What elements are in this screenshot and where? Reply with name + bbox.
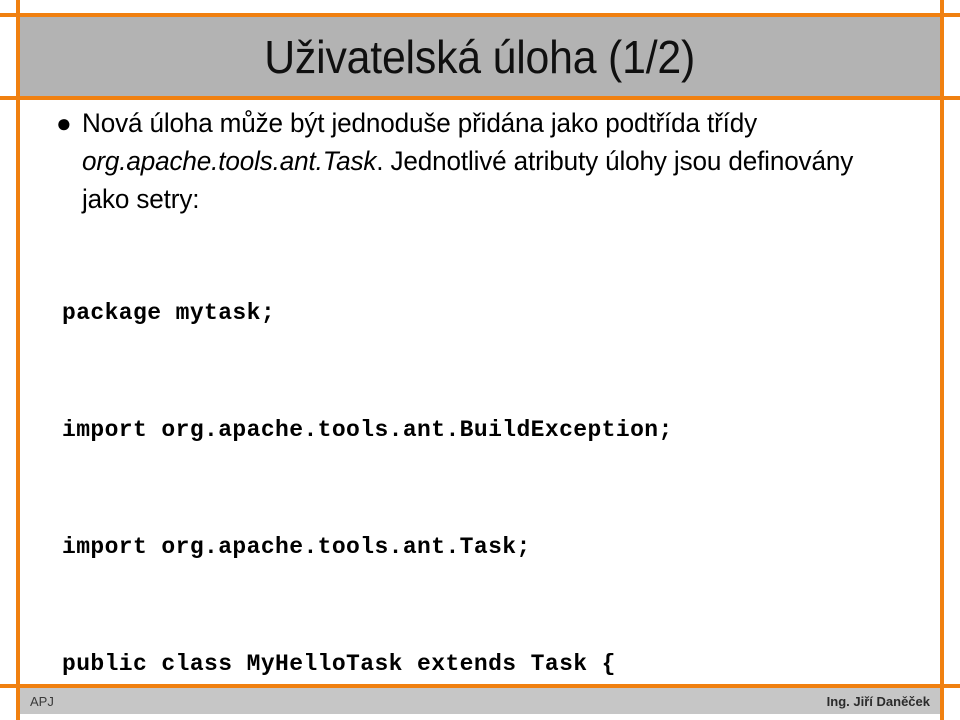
- bullet-text-class-name: org.apache.tools.ant.Task: [82, 146, 377, 176]
- bullet-list: ● Nová úloha může být jednoduše přidána …: [54, 104, 906, 218]
- code-snippet: package mytask; import org.apache.tools.…: [62, 216, 922, 682]
- bullet-item-text: Nová úloha může být jednoduše přidána ja…: [82, 104, 894, 218]
- footer-author: Ing. Jiří Daněček: [826, 693, 930, 709]
- footer-course-code: APJ: [30, 693, 54, 709]
- bullet-text-part-1: Nová úloha může být jednoduše přidána ja…: [82, 108, 758, 138]
- code-line: public class MyHelloTask extends Task {: [62, 651, 616, 677]
- slide-canvas: Uživatelská úloha (1/2) ● Nová úloha můž…: [0, 0, 960, 720]
- list-item: ● Nová úloha může být jednoduše přidána …: [54, 104, 906, 218]
- code-line: import org.apache.tools.ant.BuildExcepti…: [62, 417, 673, 443]
- code-line: import org.apache.tools.ant.Task;: [62, 534, 531, 560]
- code-line: package mytask;: [62, 300, 276, 326]
- slide-title-band: Uživatelská úloha (1/2): [20, 17, 940, 96]
- bullet-point-icon: ●: [56, 108, 72, 138]
- page-title: Uživatelská úloha (1/2): [264, 30, 696, 83]
- frame-line-right: [940, 0, 944, 720]
- slide-footer: APJ Ing. Jiří Daněček: [20, 688, 940, 714]
- slide-content: ● Nová úloha může být jednoduše přidána …: [20, 100, 938, 682]
